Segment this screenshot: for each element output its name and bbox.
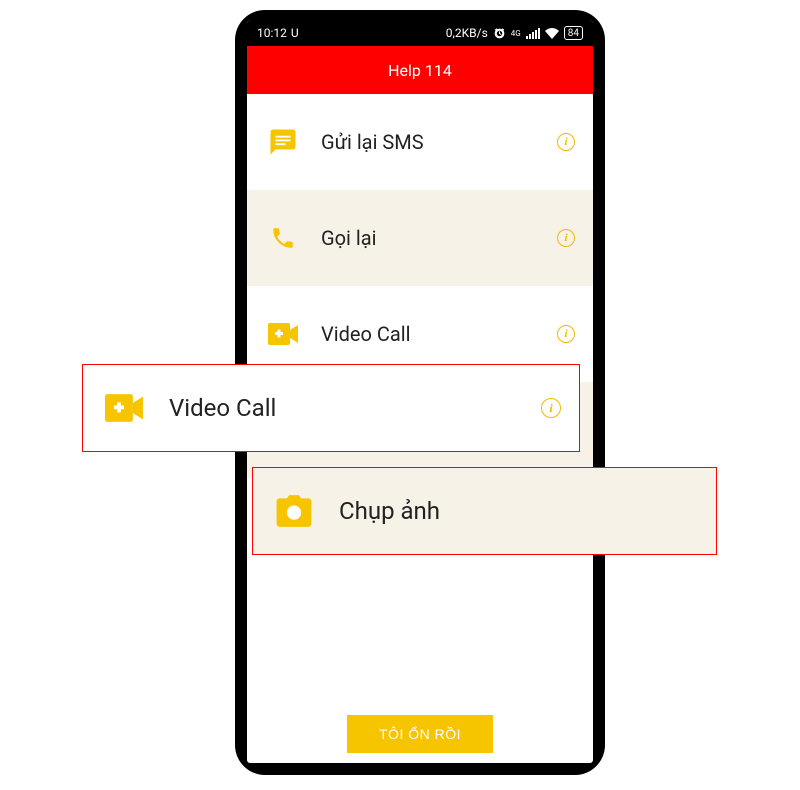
info-icon[interactable]: i [557, 229, 575, 247]
camera-icon [275, 492, 313, 530]
status-indicator: U [291, 26, 299, 40]
ok-button[interactable]: TÔI ỔN RỒI [347, 715, 493, 753]
sms-icon [267, 126, 299, 158]
callout-video-call[interactable]: Video Call i [82, 364, 580, 452]
status-left: 10:12 U [257, 26, 299, 40]
wifi-icon [545, 28, 559, 39]
network-label: 4G [511, 29, 521, 38]
status-time: 10:12 [257, 26, 287, 40]
info-icon[interactable]: i [557, 133, 575, 151]
status-data-rate: 0,2KB/s [446, 26, 488, 40]
callout-label-video: Video Call [169, 394, 541, 422]
menu-item-sms[interactable]: Gửi lại SMS i [247, 94, 593, 190]
menu-label-video: Video Call [321, 322, 557, 346]
info-icon[interactable]: i [541, 398, 561, 418]
app-header: Help 114 [247, 46, 593, 94]
status-right: 0,2KB/s 4G 84 [446, 26, 583, 40]
video-icon [105, 389, 143, 427]
phone-icon [267, 222, 299, 254]
info-icon[interactable]: i [557, 325, 575, 343]
status-bar: 10:12 U 0,2KB/s 4G 84 [247, 20, 593, 46]
alarm-icon [493, 27, 506, 40]
callout-label-photo: Chụp ảnh [339, 497, 698, 525]
video-icon [267, 318, 299, 350]
battery-indicator: 84 [564, 26, 583, 40]
menu-label-sms: Gửi lại SMS [321, 130, 557, 154]
menu-item-call[interactable]: Gọi lại i [247, 190, 593, 286]
app-title: Help 114 [388, 61, 452, 80]
menu-label-call: Gọi lại [321, 226, 557, 250]
battery-level: 84 [568, 28, 579, 39]
signal-icon [526, 27, 540, 39]
callout-photo[interactable]: Chụp ảnh [252, 467, 717, 555]
